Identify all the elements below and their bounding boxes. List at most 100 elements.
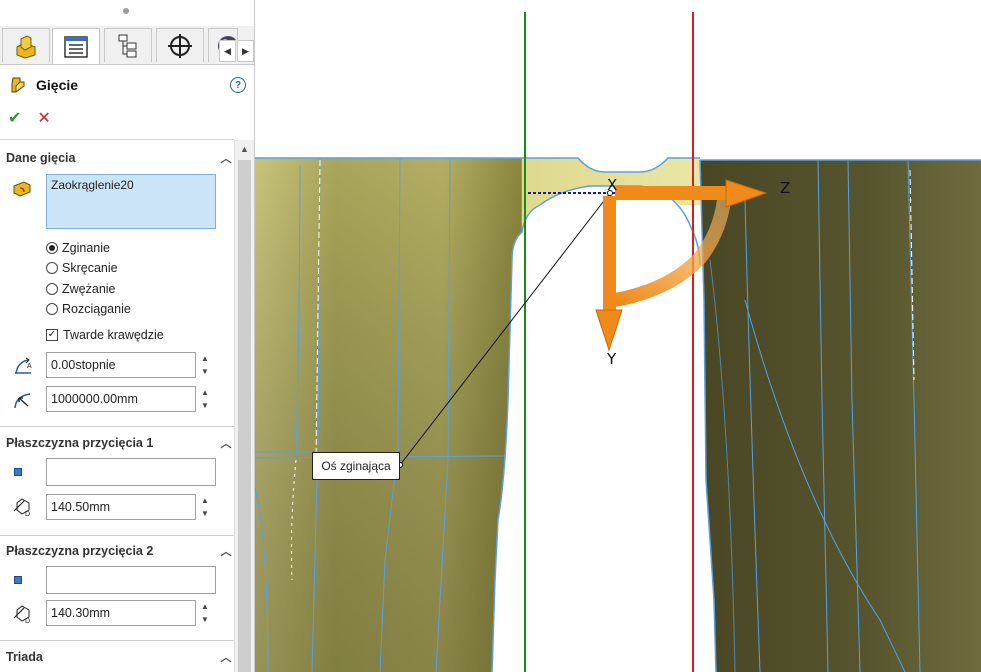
spin-up-icon[interactable]: ▲ [201, 602, 209, 611]
radio-label: Zwężanie [62, 282, 116, 296]
radio-stretch[interactable]: Rozciąganie [46, 302, 131, 316]
spin-up-icon[interactable]: ▲ [201, 388, 209, 397]
ok-cancel-row: ✔ ✕ [8, 108, 51, 128]
chevron-up-icon[interactable]: ︿ [220, 543, 232, 559]
radio-label: Zginanie [62, 241, 110, 255]
radio-label: Skręcanie [62, 261, 118, 275]
spin-down-icon[interactable]: ▼ [201, 401, 209, 410]
section-trim-plane-1[interactable]: Płaszczyzna przycięcia 1 ︿ [6, 434, 232, 452]
radius-input[interactable]: 1000000.00mm [46, 386, 196, 412]
property-manager-icon [64, 35, 88, 58]
left-part-body[interactable] [255, 157, 523, 672]
tab-scroll: ◀ ▶ [218, 40, 254, 62]
bend-feature-icon [11, 77, 25, 93]
radius-spinner[interactable]: ▲ ▼ [198, 386, 212, 412]
fillet-selection-icon [13, 181, 31, 197]
radio-twist[interactable]: Skręcanie [46, 261, 118, 275]
page-title: Gięcie [36, 77, 79, 93]
tab-dimxpert-manager[interactable] [156, 28, 204, 62]
x-axis-label: X [607, 176, 618, 194]
bend-axis-callout[interactable]: Oś zginająca [312, 452, 400, 480]
configuration-icon [118, 34, 137, 57]
model-view[interactable] [255, 0, 981, 672]
section-bend-data[interactable]: Dane gięcia ︿ [6, 149, 232, 167]
feature-title-row: Gięcie ? [10, 74, 246, 96]
tab-scroll-left-icon[interactable]: ◀ [219, 40, 236, 62]
tab-scroll-right-icon[interactable]: ▶ [237, 40, 254, 62]
callout-label: Oś zginająca [321, 459, 391, 473]
radio-unselected[interactable] [46, 262, 58, 274]
trim-plane-2-offset-input[interactable]: 140.30mm [46, 600, 196, 626]
angle-icon: A [15, 357, 32, 374]
spin-up-icon[interactable]: ▲ [201, 354, 209, 363]
chevron-up-icon[interactable]: ︿ [220, 150, 232, 166]
divider [0, 535, 234, 536]
input-value: 0.00stopnie [51, 358, 116, 372]
trim-plane-1-entity-field[interactable] [46, 458, 216, 486]
spin-down-icon[interactable]: ▼ [201, 367, 209, 376]
section-triad[interactable]: Triada ︿ [6, 648, 232, 666]
z-axis-arrow-shaft [615, 186, 730, 200]
divider [0, 426, 234, 427]
input-value: 140.30mm [51, 606, 111, 620]
property-manager: ◀ ▶ Gięcie ? ✔ ✕ Dane gięcia ︿ Zaokrągle… [0, 0, 255, 672]
section-title: Triada [6, 650, 43, 664]
angle-input[interactable]: 0.00stopnie [46, 352, 196, 378]
panel-scrollbar[interactable]: ▲ [234, 140, 254, 672]
section-title: Płaszczyzna przycięcia 2 [6, 544, 154, 558]
section-trim-plane-2[interactable]: Płaszczyzna przycięcia 2 ︿ [6, 542, 232, 560]
panel-grip-handle[interactable] [123, 8, 129, 14]
angle-spinner[interactable]: ▲ ▼ [198, 352, 212, 378]
radio-bend[interactable]: Zginanie [46, 241, 110, 255]
chevron-up-icon[interactable]: ︿ [220, 649, 232, 665]
list-item[interactable]: Zaokrąglenie20 [51, 178, 134, 192]
manager-tabs: ◀ ▶ [0, 26, 254, 65]
offset-distance-icon: D [13, 498, 30, 517]
spin-down-icon[interactable]: ▼ [201, 509, 209, 518]
radio-selected[interactable] [46, 242, 58, 254]
section-title: Płaszczyzna przycięcia 1 [6, 436, 154, 450]
checkbox-label: Twarde krawędzie [63, 328, 164, 342]
z-axis-label: Z [780, 179, 791, 197]
trim-plane-2-spinner[interactable]: ▲ ▼ [198, 600, 212, 626]
input-value: 140.50mm [51, 500, 111, 514]
vertex-selection-icon [14, 468, 22, 476]
ok-icon[interactable]: ✔ [8, 108, 21, 128]
tab-feature-manager[interactable] [2, 28, 50, 62]
input-value: 1000000.00mm [51, 392, 138, 406]
y-axis-label: Y [607, 350, 617, 368]
radio-taper[interactable]: Zwężanie [46, 282, 116, 296]
hard-edges-checkbox[interactable]: ✓ Twarde krawędzie [46, 328, 164, 342]
offset-distance-icon: D [13, 605, 30, 624]
spin-down-icon[interactable]: ▼ [201, 615, 209, 624]
graphics-viewport[interactable]: X Y Z [255, 0, 981, 672]
help-icon[interactable]: ? [230, 77, 246, 93]
y-axis-arrow-head [595, 309, 623, 352]
tab-property-manager[interactable] [52, 28, 100, 64]
divider [0, 640, 234, 641]
trim-plane-2-entity-field[interactable] [46, 566, 216, 594]
svg-text:D: D [25, 618, 30, 624]
section-title: Dane gięcia [6, 151, 76, 165]
divider [0, 139, 234, 140]
svg-text:A: A [27, 363, 32, 370]
cancel-icon[interactable]: ✕ [37, 108, 50, 128]
trim-plane-1-spinner[interactable]: ▲ ▼ [198, 494, 212, 520]
radio-unselected[interactable] [46, 283, 58, 295]
bend-entity-list[interactable]: Zaokrąglenie20 [46, 174, 216, 229]
radio-label: Rozciąganie [62, 302, 131, 316]
chevron-up-icon[interactable]: ︿ [220, 435, 232, 451]
scrollbar-thumb[interactable] [238, 160, 251, 672]
spin-up-icon[interactable]: ▲ [201, 496, 209, 505]
radius-icon [14, 393, 31, 409]
right-part-body[interactable] [699, 159, 981, 672]
crosshair-icon [168, 33, 192, 58]
scroll-up-icon[interactable]: ▲ [240, 144, 249, 154]
trim-plane-1-offset-input[interactable]: 140.50mm [46, 494, 196, 520]
y-axis-arrow-shaft [603, 196, 616, 314]
radio-unselected[interactable] [46, 303, 58, 315]
part-icon [16, 34, 36, 59]
svg-text:D: D [25, 511, 30, 517]
checkbox-checked[interactable]: ✓ [46, 329, 58, 341]
tab-configuration-manager[interactable] [104, 28, 152, 62]
